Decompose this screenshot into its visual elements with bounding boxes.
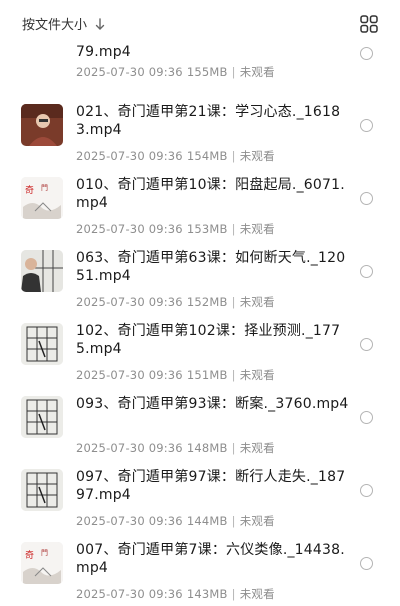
video-thumbnail xyxy=(21,104,63,146)
file-date: 2025-07-30 09:36 xyxy=(76,514,183,528)
meta-separator: | xyxy=(231,514,236,528)
watch-status: 未观看 xyxy=(239,149,275,163)
meta-separator: | xyxy=(231,65,236,79)
file-row[interactable]: 102、奇门遁甲第102课：择业预测._1775.mp4 2025-07-30 0… xyxy=(0,315,400,387)
file-name: 102、奇门遁甲第102课：择业预测._1775.mp4 xyxy=(76,323,341,357)
arrow-down-icon xyxy=(95,17,105,30)
grid-view-button[interactable] xyxy=(360,15,378,33)
select-radio[interactable] xyxy=(360,557,373,570)
svg-text:門: 門 xyxy=(41,184,48,192)
file-meta: 2025-07-30 09:36 154MB | 未观看 xyxy=(76,148,275,164)
select-radio[interactable] xyxy=(360,119,373,132)
file-size: 152MB xyxy=(186,295,228,309)
file-meta: 2025-07-30 09:36 148MB | 未观看 xyxy=(76,440,275,456)
meta-separator: | xyxy=(231,295,236,309)
meta-separator: | xyxy=(231,222,236,236)
file-meta: 2025-07-30 09:36 143MB | 未观看 xyxy=(76,586,275,602)
file-meta: 2025-07-30 09:36 155MB | 未观看 xyxy=(76,64,275,80)
file-size: 155MB xyxy=(186,65,228,79)
select-radio[interactable] xyxy=(360,411,373,424)
watch-status: 未观看 xyxy=(239,222,275,236)
file-size: 151MB xyxy=(186,368,228,382)
file-row[interactable]: 奇門 007、奇门遁甲第7课：六仪类像._14438.mp4 2025-07-30 … xyxy=(0,534,400,606)
file-date: 2025-07-30 09:36 xyxy=(76,65,183,79)
video-thumbnail xyxy=(21,250,63,292)
file-row[interactable]: 063、奇门遁甲第63课：如何断天气._12051.mp4 2025-07-30 … xyxy=(0,242,400,314)
video-thumbnail: 奇門 xyxy=(21,542,63,584)
watch-status: 未观看 xyxy=(239,295,275,309)
file-name: 007、奇门遁甲第7课：六仪类像._14438.mp4 xyxy=(76,542,345,576)
grid-view-icon xyxy=(360,15,378,33)
svg-text:奇: 奇 xyxy=(25,549,34,561)
toolbar: 按文件大小 xyxy=(0,0,400,44)
video-thumbnail: 奇門 xyxy=(21,177,63,219)
meta-separator: | xyxy=(231,587,236,601)
file-date: 2025-07-30 09:36 xyxy=(76,587,183,601)
file-date: 2025-07-30 09:36 xyxy=(76,441,183,455)
file-name: 097、奇门遁甲第97课：断行人走失._18797.mp4 xyxy=(76,469,346,503)
file-name: 021、奇门遁甲第21课：学习心态._16183.mp4 xyxy=(76,104,341,138)
file-meta: 2025-07-30 09:36 144MB | 未观看 xyxy=(76,513,275,529)
sort-label: 按文件大小 xyxy=(22,18,88,33)
meta-separator: | xyxy=(231,149,236,163)
select-radio[interactable] xyxy=(360,192,373,205)
file-date: 2025-07-30 09:36 xyxy=(76,149,183,163)
svg-text:奇: 奇 xyxy=(25,184,34,196)
file-row[interactable]: 093、奇门遁甲第93课：断案._3760.mp4 2025-07-30 09:3… xyxy=(0,388,400,460)
select-radio[interactable] xyxy=(360,265,373,278)
file-meta: 2025-07-30 09:36 152MB | 未观看 xyxy=(76,294,275,310)
watch-status: 未观看 xyxy=(239,514,275,528)
file-name: 093、奇门遁甲第93课：断案._3760.mp4 xyxy=(76,396,349,412)
watch-status: 未观看 xyxy=(239,441,275,455)
file-list: 79.mp4 2025-07-30 09:36 155MB | 未观看 021、奇门遁甲第… xyxy=(0,0,400,601)
file-meta: 2025-07-30 09:36 153MB | 未观看 xyxy=(76,221,275,237)
file-row[interactable]: 097、奇门遁甲第97课：断行人走失._18797.mp4 2025-07-30 … xyxy=(0,461,400,533)
sort-by-size-button[interactable]: 按文件大小 xyxy=(22,14,105,33)
file-name: 010、奇门遁甲第10课：阳盘起局._6071.mp4 xyxy=(76,177,345,211)
file-size: 154MB xyxy=(186,149,228,163)
watch-status: 未观看 xyxy=(239,65,275,79)
video-thumbnail xyxy=(21,323,63,365)
file-size: 143MB xyxy=(186,587,228,601)
meta-separator: | xyxy=(231,441,236,455)
file-date: 2025-07-30 09:36 xyxy=(76,295,183,309)
select-radio[interactable] xyxy=(360,484,373,497)
file-date: 2025-07-30 09:36 xyxy=(76,222,183,236)
file-name: 79.mp4 xyxy=(76,44,131,60)
file-row[interactable]: 021、奇门遁甲第21课：学习心态._16183.mp4 2025-07-30 0… xyxy=(0,96,400,168)
file-size: 153MB xyxy=(186,222,228,236)
svg-text:門: 門 xyxy=(41,549,48,557)
file-size: 144MB xyxy=(186,514,228,528)
meta-separator: | xyxy=(231,368,236,382)
select-radio[interactable] xyxy=(360,338,373,351)
watch-status: 未观看 xyxy=(239,368,275,382)
file-date: 2025-07-30 09:36 xyxy=(76,368,183,382)
file-size: 148MB xyxy=(186,441,228,455)
video-thumbnail xyxy=(21,469,63,511)
video-thumbnail xyxy=(21,396,63,438)
file-row[interactable]: 奇門 010、奇门遁甲第10课：阳盘起局._6071.mp4 2025-07-30 … xyxy=(0,169,400,241)
file-name: 063、奇门遁甲第63课：如何断天气._12051.mp4 xyxy=(76,250,346,284)
watch-status: 未观看 xyxy=(239,587,275,601)
select-radio[interactable] xyxy=(360,47,373,60)
file-meta: 2025-07-30 09:36 151MB | 未观看 xyxy=(76,367,275,383)
